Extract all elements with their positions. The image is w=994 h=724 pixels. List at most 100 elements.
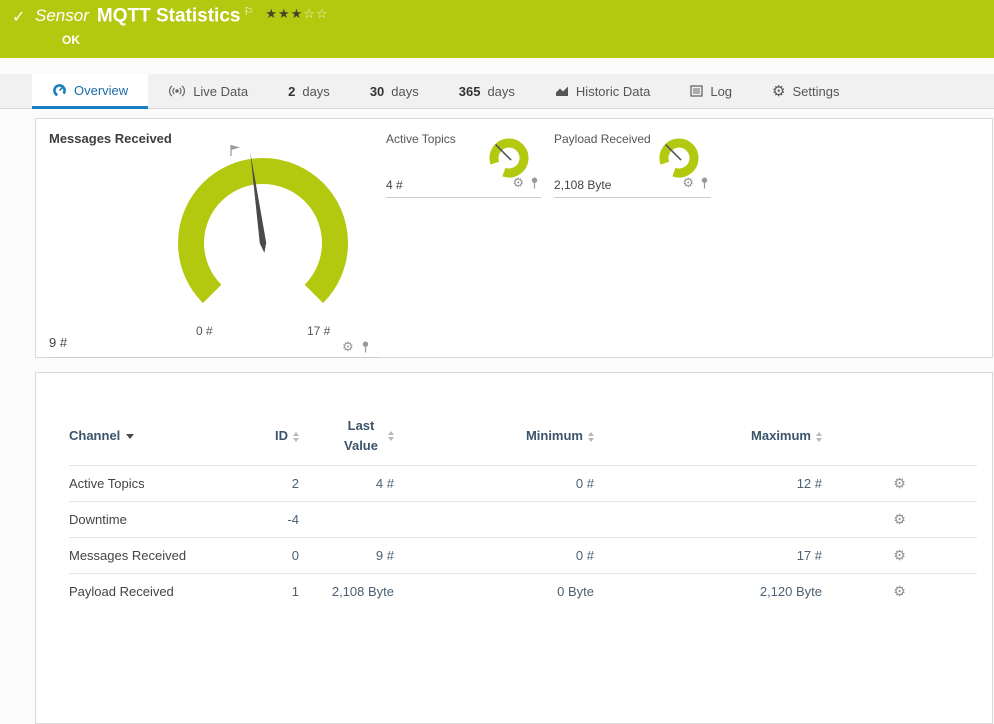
table-row: Messages Received 0 9 # 0 # 17 # ⚙ xyxy=(69,536,977,573)
gauge-scale-max: 17 # xyxy=(307,324,331,338)
gauge-scale-min: 0 # xyxy=(196,324,213,338)
table-row: Active Topics 2 4 # 0 # 12 # ⚙ xyxy=(69,464,977,501)
status-check-icon: ✓ xyxy=(12,9,26,26)
table-row: Payload Received 1 2,108 Byte 0 Byte 2,1… xyxy=(69,572,977,609)
cell-last-value xyxy=(299,500,394,537)
page-title: MQTT Statistics xyxy=(96,5,241,27)
cell-maximum xyxy=(594,500,822,537)
tab-bar: Overview Live Data 2 days 30 days 365 da… xyxy=(0,74,994,109)
tab-label: Live Data xyxy=(193,83,249,99)
stars-filled-icon[interactable]: ★★★ xyxy=(265,6,303,21)
settings-gear-icon: ⚙ xyxy=(772,82,786,100)
active-topics-gauge-block: Active Topics 4 # ⚙ xyxy=(386,132,541,204)
sensor-header: ✓ Sensor MQTT Statistics ⚐ ★★★☆☆ OK xyxy=(0,0,994,58)
col-header-label: ID xyxy=(275,428,288,444)
tab-label: Settings xyxy=(792,83,840,99)
col-header-id[interactable]: ID xyxy=(249,407,299,465)
tab-number: 365 xyxy=(458,83,481,99)
tab-live-data[interactable]: Live Data xyxy=(148,74,268,108)
small-gauge-value: 2,108 Byte xyxy=(554,178,612,192)
gauges-panel: Messages Received 0 # 17 # 9 # ⚙ Active … xyxy=(35,118,993,358)
tab-label: days xyxy=(391,83,419,99)
cell-id: 2 xyxy=(249,464,299,501)
sort-icon xyxy=(388,430,394,441)
gauge-marker-icon xyxy=(230,145,240,156)
tab-label: Overview xyxy=(74,82,129,98)
gauge-pin-icon[interactable] xyxy=(700,177,709,189)
col-header-label: Channel xyxy=(69,428,121,444)
sort-desc-icon xyxy=(126,434,135,440)
tab-number: 2 xyxy=(288,83,296,99)
col-header-channel[interactable]: Channel xyxy=(69,407,249,465)
cell-maximum: 2,120 Byte xyxy=(594,572,822,609)
cell-last-value: 9 # xyxy=(299,536,394,573)
table-row: Downtime -4 ⚙ xyxy=(69,500,977,537)
priority-stars[interactable]: ★★★☆☆ xyxy=(265,6,328,21)
col-header-settings xyxy=(822,407,977,465)
live-data-signal-icon xyxy=(169,85,186,97)
cell-last-value: 2,108 Byte xyxy=(299,572,394,609)
cell-channel: Downtime xyxy=(69,500,249,537)
tab-30-days[interactable]: 30 days xyxy=(350,74,439,108)
gauge-pin-icon[interactable] xyxy=(361,341,370,353)
gauge-pin-icon[interactable] xyxy=(530,177,539,189)
primary-gauge xyxy=(178,145,348,304)
small-gauge-actions: ⚙ xyxy=(682,176,709,189)
table-header-row: Channel ID Last Value Minimum Maximum xyxy=(69,407,977,465)
cell-channel: Active Topics xyxy=(69,464,249,501)
priority-flag-icon[interactable]: ⚐ xyxy=(243,6,253,18)
historic-data-chart-icon xyxy=(555,86,568,96)
channel-settings-gear-icon[interactable]: ⚙ xyxy=(893,547,906,563)
tab-historic-data[interactable]: Historic Data xyxy=(535,74,670,108)
tab-label: Historic Data xyxy=(575,83,651,99)
col-header-label: Maximum xyxy=(751,428,811,444)
cell-minimum xyxy=(394,500,594,537)
col-header-last-value[interactable]: Last Value xyxy=(299,407,394,465)
small-gauge-value: 4 # xyxy=(386,178,403,192)
overview-gauge-icon xyxy=(53,83,66,97)
stars-empty-icon[interactable]: ☆☆ xyxy=(303,6,328,21)
col-header-minimum[interactable]: Minimum xyxy=(394,407,594,465)
gauge-divider xyxy=(386,197,541,198)
tab-365-days[interactable]: 365 days xyxy=(439,74,535,108)
tab-label: Log xyxy=(710,83,733,99)
gauge-divider xyxy=(49,357,379,358)
channel-settings-gear-icon[interactable]: ⚙ xyxy=(893,583,906,599)
object-kind-label: Sensor xyxy=(35,6,89,26)
gauge-settings-gear-icon[interactable]: ⚙ xyxy=(682,176,694,189)
cell-minimum: 0 # xyxy=(394,536,594,573)
channel-table: Channel ID Last Value Minimum Maximum Ac… xyxy=(69,407,977,609)
channel-settings-gear-icon[interactable]: ⚙ xyxy=(893,511,906,527)
channel-table-panel: Channel ID Last Value Minimum Maximum Ac… xyxy=(35,372,993,724)
cell-maximum: 17 # xyxy=(594,536,822,573)
tab-overview[interactable]: Overview xyxy=(32,74,149,109)
cell-id: 0 xyxy=(249,536,299,573)
cell-last-value: 4 # xyxy=(299,464,394,501)
gauge-divider xyxy=(554,197,711,198)
primary-gauge-value: 9 # xyxy=(49,335,68,350)
col-header-label: Minimum xyxy=(525,428,583,444)
log-list-icon xyxy=(690,85,703,97)
cell-maximum: 12 # xyxy=(594,464,822,501)
tab-settings[interactable]: ⚙ Settings xyxy=(752,74,859,108)
cell-id: -4 xyxy=(249,500,299,537)
channel-settings-gear-icon[interactable]: ⚙ xyxy=(893,475,906,491)
primary-gauge-actions: ⚙ xyxy=(342,340,370,353)
cell-channel: Payload Received xyxy=(69,572,249,609)
gauge-settings-gear-icon[interactable]: ⚙ xyxy=(512,176,524,189)
cell-minimum: 0 # xyxy=(394,464,594,501)
sort-icon xyxy=(293,431,299,442)
tab-label: days xyxy=(487,83,515,99)
cell-channel: Messages Received xyxy=(69,536,249,573)
sensor-title-row: Sensor MQTT Statistics ⚐ ★★★☆☆ xyxy=(35,5,329,27)
cell-minimum: 0 Byte xyxy=(394,572,594,609)
sort-icon xyxy=(816,431,822,442)
tab-2-days[interactable]: 2 days xyxy=(268,74,350,108)
col-header-maximum[interactable]: Maximum xyxy=(594,407,822,465)
tab-log[interactable]: Log xyxy=(670,74,752,108)
tab-number: 30 xyxy=(369,83,385,99)
small-gauge-actions: ⚙ xyxy=(512,176,539,189)
cell-id: 1 xyxy=(249,572,299,609)
tab-label: days xyxy=(302,83,330,99)
gauge-settings-gear-icon[interactable]: ⚙ xyxy=(342,340,354,353)
